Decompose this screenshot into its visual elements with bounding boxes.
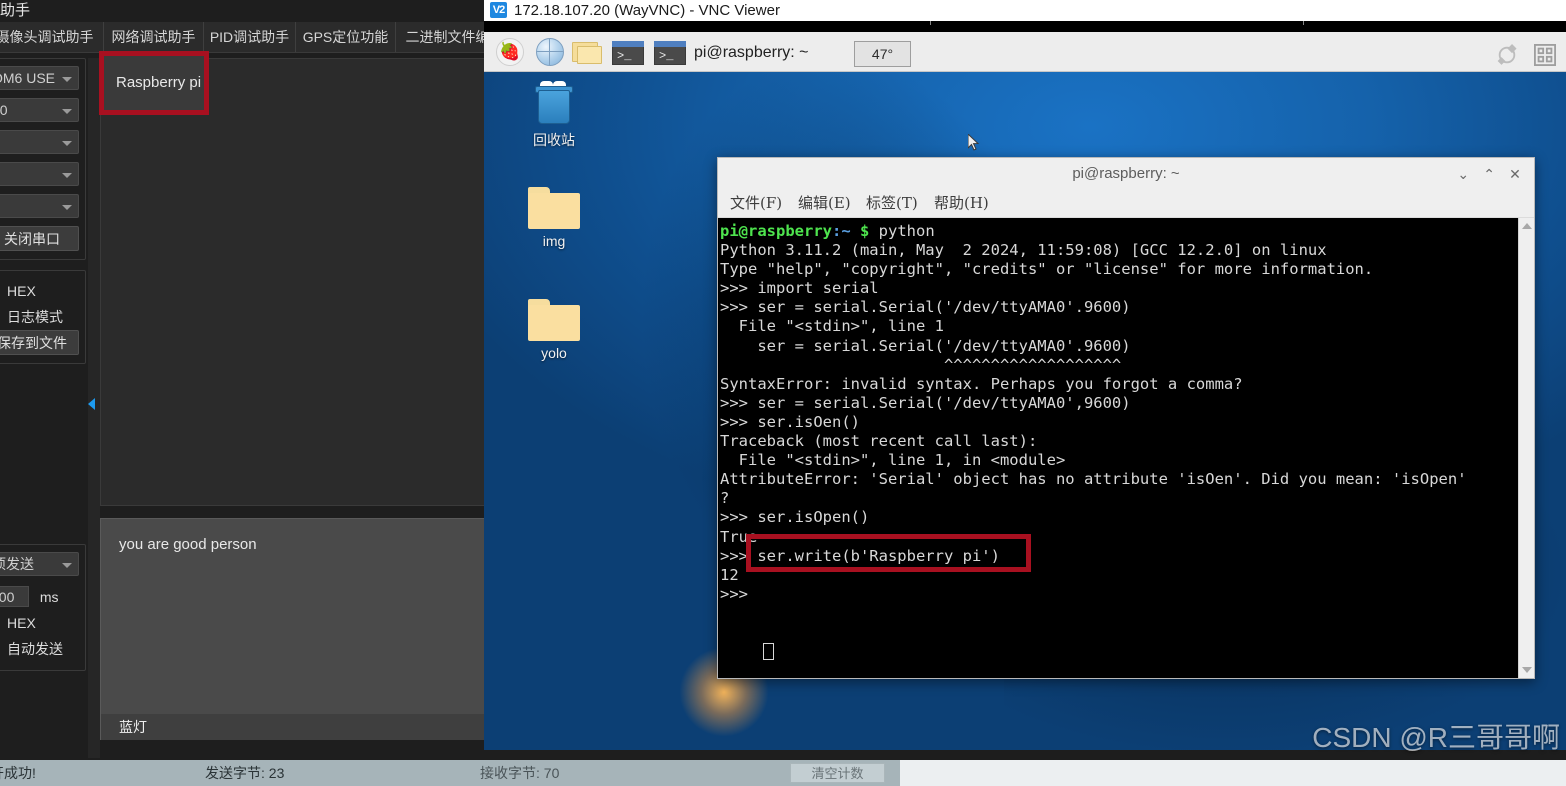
grid-icon[interactable] [1534, 44, 1556, 66]
log-mode-checkbox[interactable]: 日志模式 [0, 304, 79, 330]
terminal-scrollbar[interactable] [1518, 218, 1534, 678]
tab-gps-location[interactable]: GPS定位功能 [296, 22, 396, 52]
vnc-app-icon: V2 [490, 2, 507, 18]
menu-tabs[interactable]: 标签(T) [866, 190, 918, 217]
folder-icon [528, 187, 580, 229]
raspberry-menu-icon[interactable]: 🍓 [496, 38, 524, 66]
send-interval-unit: ms [39, 589, 59, 605]
splitter-collapse-arrow-icon[interactable] [88, 398, 95, 410]
lxterminal-window: pi@raspberry: ~ ⌄ ⌃ ✕ 文件(F) 编辑(E) 标签(T) … [717, 157, 1535, 679]
send-interval-row: 000 ms [0, 584, 79, 610]
desktop-icon-label: img [542, 233, 566, 249]
baud-rate-select[interactable]: 00 [0, 98, 79, 122]
terminal-menubar: 文件(F) 编辑(E) 标签(T) 帮助(H) [718, 190, 1534, 218]
terminal-window-title: pi@raspberry: ~ [1072, 165, 1180, 182]
tab-camera-debug[interactable]: 摄像头调试助手 [0, 22, 104, 52]
scroll-down-icon[interactable] [1522, 667, 1532, 673]
auto-send-checkbox[interactable]: 自动发送 [0, 636, 79, 662]
desktop-icon-recycle-bin[interactable]: 回收站 [508, 81, 600, 150]
desktop-icon-img-folder[interactable]: img [508, 187, 600, 249]
status-recv-bytes: 接收字节: 70 [480, 765, 560, 781]
send-hex-checkbox[interactable]: HEX [0, 610, 79, 636]
trash-icon [532, 81, 576, 126]
close-serial-port-button[interactable]: 关闭串口 [0, 226, 79, 251]
parity-select[interactable] [0, 194, 79, 218]
raspberry-pi-panel[interactable]: Raspberry pi [104, 56, 204, 110]
send-interval-input[interactable]: 000 [0, 586, 29, 607]
port-settings-group: OM6 USE 00 关闭串口 [0, 58, 86, 260]
tab-pid-debug[interactable]: PID调试助手 [204, 22, 296, 52]
desktop-icon-label: 回收站 [533, 132, 575, 148]
menu-file[interactable]: 文件(F) [730, 190, 782, 217]
save-to-file-button[interactable]: 保存到文件 [0, 330, 79, 355]
minimize-icon[interactable]: ⌄ [1452, 158, 1474, 190]
chevron-down-icon [62, 563, 72, 568]
serial-left-control-column: OM6 USE 00 关闭串口 HEX [0, 58, 86, 681]
terminal-output-area[interactable]: pi@raspberry:~ $ python Python 3.11.2 (ma… [718, 218, 1534, 678]
file-manager-icon[interactable] [572, 42, 602, 64]
terminal-cursor [763, 643, 774, 660]
receive-text-content: you are good person [119, 536, 257, 553]
terminal-titlebar[interactable]: pi@raspberry: ~ ⌄ ⌃ ✕ [718, 158, 1534, 190]
send-settings-group: 项发送 000 ms HEX 自动发送 [0, 544, 86, 671]
chevron-down-icon [62, 141, 72, 146]
vnc-toolbar-strip [484, 21, 1566, 32]
refresh-icon[interactable] [1496, 44, 1518, 66]
web-browser-icon[interactable] [536, 38, 564, 66]
taskbar-window-label[interactable]: pi@raspberry: ~ [694, 40, 809, 66]
vnc-window-title: 172.18.107.20 (WayVNC) - VNC Viewer [514, 2, 780, 19]
send-text-content: 蓝灯 [119, 719, 147, 735]
menu-edit[interactable]: 编辑(E) [798, 190, 851, 217]
chevron-down-icon [62, 77, 72, 82]
strip-nub [930, 21, 931, 25]
status-sent-bytes: 发送字节: 23 [205, 765, 285, 781]
clear-counter-button[interactable]: 清空计数 [790, 763, 885, 783]
chevron-down-icon [62, 205, 72, 210]
receive-settings-group: HEX 日志模式 保存到文件 [0, 270, 86, 364]
page-bottom-band [900, 760, 1566, 786]
chevron-down-icon [62, 109, 72, 114]
tab-network-debug[interactable]: 网络调试助手 [104, 22, 204, 52]
send-mode-select[interactable]: 项发送 [0, 552, 79, 576]
strip-nub [1303, 21, 1304, 25]
vnc-titlebar: V2 172.18.107.20 (WayVNC) - VNC Viewer [484, 0, 1566, 21]
serial-app-title: 调试助手 [0, 2, 31, 19]
csdn-watermark: CSDN @R三哥哥啊 [1312, 722, 1560, 753]
desktop-icon-yolo-folder[interactable]: yolo [508, 299, 600, 361]
terminal-text: pi@raspberry:~ $ python Python 3.11.2 (ma… [720, 222, 1467, 603]
desktop-icon-label: yolo [541, 345, 567, 361]
stop-bits-select[interactable] [0, 162, 79, 186]
chevron-down-icon [62, 173, 72, 178]
terminal-window-buttons: ⌄ ⌃ ✕ [1452, 158, 1526, 190]
raspberry-pi-label: Raspberry pi [116, 74, 202, 91]
close-icon[interactable]: ✕ [1504, 158, 1526, 190]
status-connection: 开成功! [0, 765, 36, 781]
cpu-temperature-indicator: 47° [854, 41, 911, 67]
maximize-icon[interactable]: ⌃ [1478, 158, 1500, 190]
scroll-up-icon[interactable] [1522, 223, 1532, 229]
data-bits-select[interactable] [0, 130, 79, 154]
terminal-icon[interactable]: >_ [612, 41, 644, 65]
serial-port-select[interactable]: OM6 USE [0, 66, 79, 90]
mouse-cursor-icon [968, 134, 980, 151]
folder-icon [528, 299, 580, 341]
receive-hex-checkbox[interactable]: HEX [0, 278, 79, 304]
pi-taskbar: 🍓 >_ >_ pi@raspberry: ~ 47° [484, 32, 1566, 72]
serial-statusbar: 开成功! 发送字节: 23 接收字节: 70 清空计数 [0, 760, 900, 786]
terminal-icon[interactable]: >_ [654, 41, 686, 65]
menu-help[interactable]: 帮助(H) [934, 190, 989, 217]
